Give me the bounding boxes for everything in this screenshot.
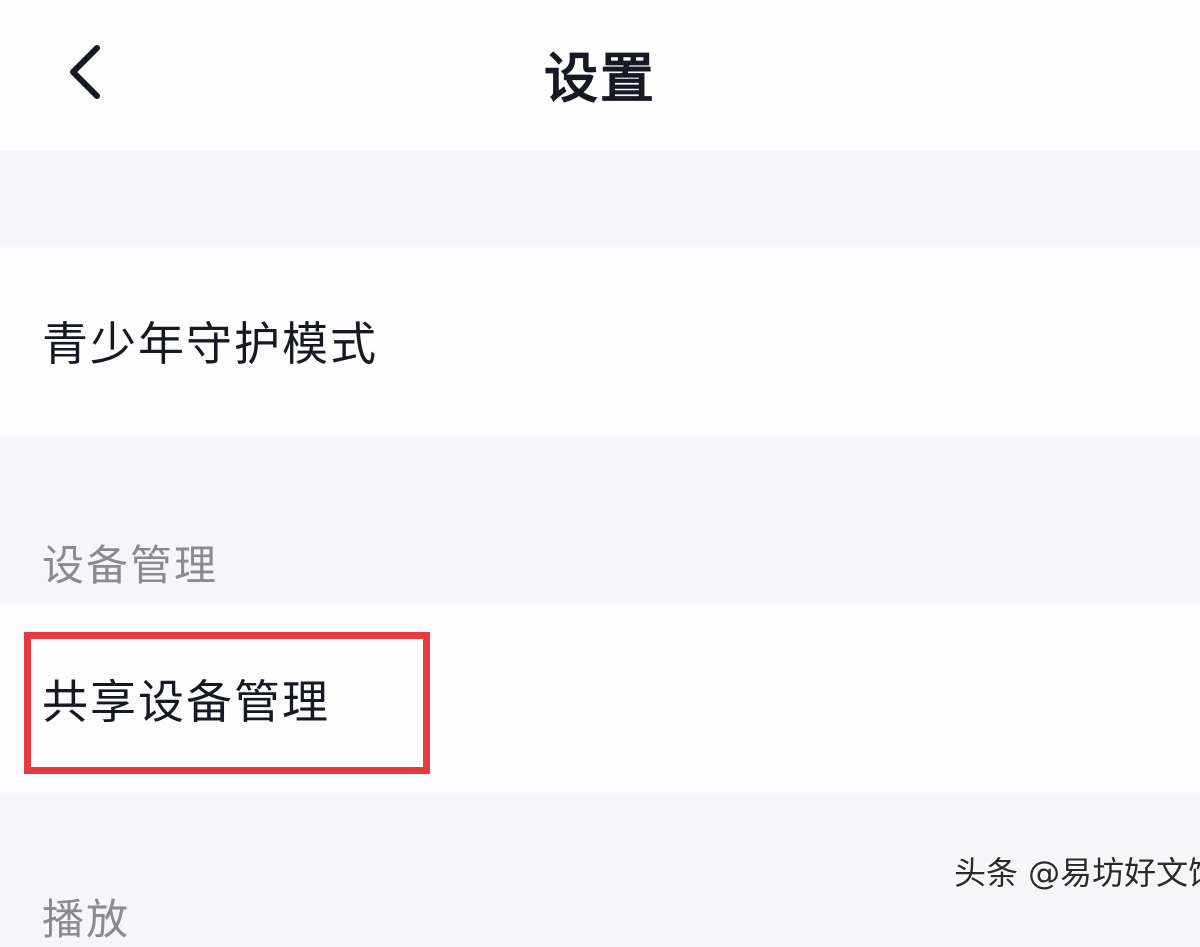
nav-bar: 设置 [0,0,1200,150]
settings-row-label: 共享设备管理 [42,675,330,729]
watermark: 头条 @易坊好文馆 [954,854,1200,892]
chevron-left-icon [70,45,100,99]
back-button[interactable] [40,22,130,122]
settings-row-label: 青少年守护模式 [42,317,378,371]
section-header-device-management: 设备管理 [42,541,219,590]
settings-row-teen-mode[interactable]: 青少年守护模式 [0,246,1200,436]
settings-row-shared-device-management[interactable]: 共享设备管理 [0,604,1200,794]
section-gap [0,150,1200,246]
page-title: 设置 [544,46,656,110]
section-header-playback: 播放 [42,895,131,944]
